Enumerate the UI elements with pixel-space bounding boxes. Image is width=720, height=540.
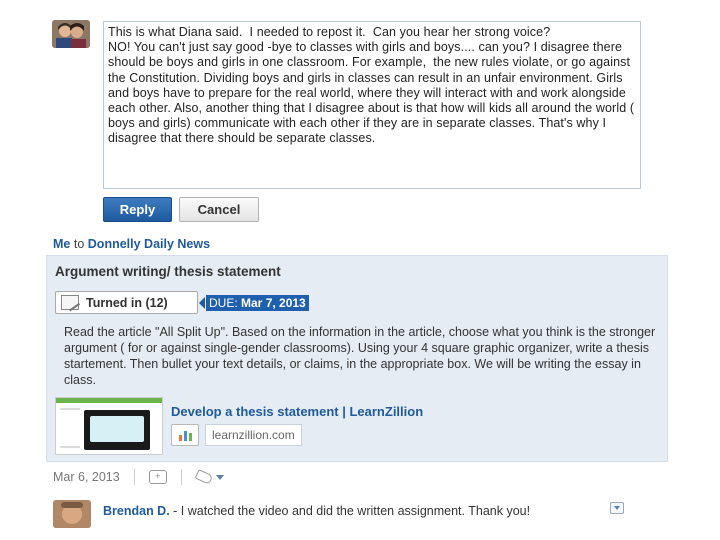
turned-in-label: Turned in (12)	[86, 295, 168, 310]
post-body: Read the article "All Split Up". Based o…	[64, 325, 656, 387]
cancel-button[interactable]: Cancel	[179, 197, 259, 222]
assignment-icon	[61, 295, 79, 310]
post-date[interactable]: Mar 6, 2013	[53, 470, 120, 484]
commenter-avatar	[53, 500, 91, 528]
comment-add-icon[interactable]: +	[148, 470, 167, 484]
thumbnail-header	[56, 398, 162, 403]
bar-chart-icon	[171, 424, 199, 446]
link-title[interactable]: Develop a thesis statement | LearnZillio…	[171, 404, 423, 419]
meta-divider	[133, 469, 135, 485]
link-domain[interactable]: learnzillion.com	[205, 424, 302, 446]
due-prefix: DUE:	[209, 296, 238, 310]
reply-author-avatar	[52, 20, 90, 48]
due-arrow-icon	[199, 297, 205, 309]
link-source: learnzillion.com	[171, 423, 302, 447]
post-meta: Mar 6, 2013 +	[53, 468, 224, 486]
link-thumbnail[interactable]	[55, 397, 163, 455]
thumbnail-video-frame	[84, 410, 150, 450]
comment-text: - I watched the video and did the writte…	[169, 504, 531, 518]
meta-divider	[180, 469, 182, 485]
comment-author[interactable]: Brendan D.	[103, 504, 170, 518]
reply-textarea[interactable]: This is what Diana said. I needed to rep…	[103, 21, 641, 189]
reply-button[interactable]: Reply	[103, 197, 172, 222]
tag-icon[interactable]	[194, 469, 214, 485]
sender-link[interactable]: Me	[53, 237, 70, 251]
post-route: Me to Donnelly Daily News	[53, 237, 210, 251]
route-to-word: to	[73, 237, 85, 251]
comment: Brendan D. - I watched the video and did…	[103, 504, 530, 518]
due-date: Mar 7, 2013	[241, 296, 306, 310]
post-title: Argument writing/ thesis statement	[55, 264, 281, 279]
thumbnail-sidebar	[60, 408, 80, 448]
due-date-badge: DUE: Mar 7, 2013	[206, 295, 309, 311]
assignment-post: Argument writing/ thesis statement Turne…	[46, 255, 668, 462]
turned-in-button[interactable]: Turned in (12)	[55, 291, 198, 314]
comment-menu-icon[interactable]	[610, 502, 624, 514]
recipient-link[interactable]: Donnelly Daily News	[88, 237, 210, 251]
reply-text[interactable]: This is what Diana said. I needed to rep…	[108, 25, 636, 147]
chevron-down-icon[interactable]	[215, 474, 224, 480]
